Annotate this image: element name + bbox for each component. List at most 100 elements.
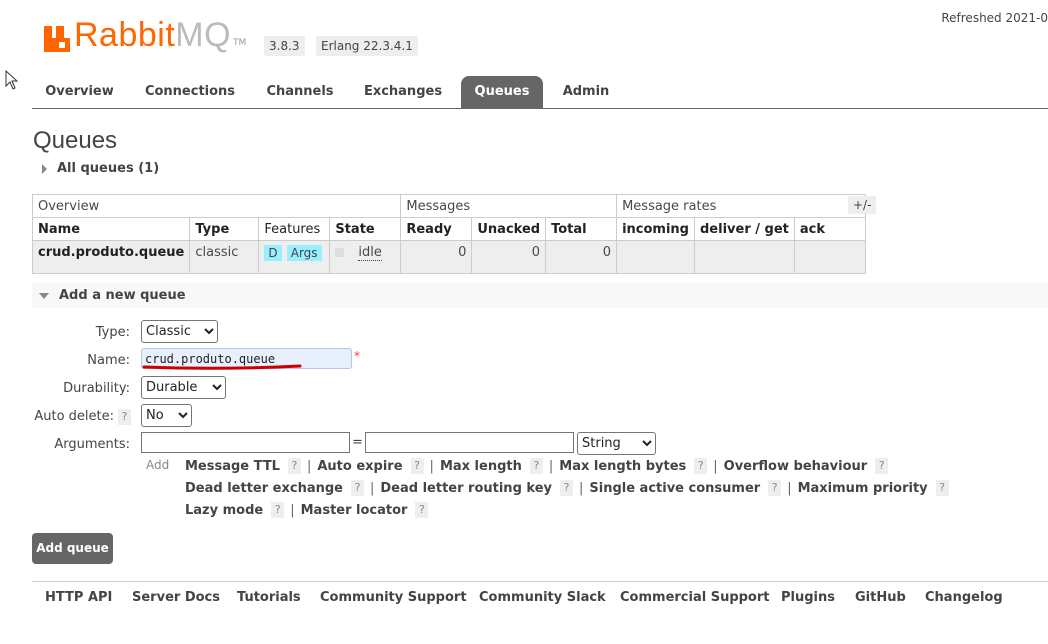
help-icon[interactable]: ? bbox=[287, 458, 301, 474]
arg-master-locator-link[interactable]: Master locator bbox=[301, 503, 408, 518]
footer-link-commercial-support[interactable]: Commercial Support bbox=[620, 590, 770, 605]
col-header-ack[interactable]: ack bbox=[793, 217, 866, 241]
main-nav-tabs: Overview Connections Channels Exchanges … bbox=[32, 76, 1048, 109]
col-header-deliver-get[interactable]: deliver / get bbox=[694, 217, 795, 241]
auto-delete-label: Auto delete: bbox=[34, 409, 114, 424]
add-queue-section-header[interactable]: Add a new queue bbox=[32, 282, 1048, 308]
unacked-count: 0 bbox=[471, 240, 547, 274]
arg-lazy-mode-link[interactable]: Lazy mode bbox=[185, 503, 263, 518]
tab-queues[interactable]: Queues bbox=[461, 76, 543, 108]
help-icon[interactable]: ? bbox=[935, 480, 949, 496]
type-select[interactable]: Classic bbox=[141, 320, 218, 343]
help-icon[interactable]: ? bbox=[694, 458, 708, 474]
col-header-name[interactable]: Name bbox=[31, 217, 191, 241]
footer-link-community-slack[interactable]: Community Slack bbox=[479, 590, 606, 605]
state-indicator-icon bbox=[335, 248, 345, 257]
footer-link-server-docs[interactable]: Server Docs bbox=[132, 590, 220, 605]
group-header-overview: Overview bbox=[31, 194, 402, 218]
tab-overview[interactable]: Overview bbox=[32, 76, 127, 108]
arg-overflow-behaviour-link[interactable]: Overflow behaviour bbox=[724, 459, 868, 474]
page-title: Queues bbox=[33, 127, 118, 154]
collapse-arrow-icon bbox=[39, 292, 49, 299]
col-header-state[interactable]: State bbox=[329, 217, 402, 241]
footer-link-community-support[interactable]: Community Support bbox=[320, 590, 467, 605]
all-queues-toggle[interactable]: All queues (1) bbox=[42, 161, 159, 176]
durability-select[interactable]: Durable bbox=[141, 376, 226, 399]
argument-key-input[interactable] bbox=[141, 432, 350, 453]
argument-type-select[interactable]: String bbox=[577, 432, 656, 455]
argument-shortcuts-row-3: Lazy mode ? | Master locator ? bbox=[185, 502, 429, 518]
rabbit-logo-icon bbox=[44, 26, 70, 52]
type-label: Type: bbox=[95, 325, 130, 340]
arguments-label: Arguments: bbox=[54, 437, 130, 452]
state-label: idle bbox=[358, 245, 382, 261]
equals-sign: = bbox=[352, 435, 363, 450]
all-queues-label: All queues (1) bbox=[57, 161, 160, 176]
help-icon[interactable]: ? bbox=[271, 502, 285, 518]
queue-name-link[interactable]: crud.produto.queue bbox=[31, 240, 191, 274]
separator: | bbox=[429, 458, 434, 474]
help-icon[interactable]: ? bbox=[768, 480, 782, 496]
footer-link-github[interactable]: GitHub bbox=[855, 590, 906, 605]
separator: | bbox=[787, 480, 792, 496]
help-icon[interactable]: ? bbox=[875, 458, 889, 474]
tab-admin[interactable]: Admin bbox=[552, 76, 620, 108]
help-icon[interactable]: ? bbox=[350, 480, 364, 496]
separator: | bbox=[713, 458, 718, 474]
footer-link-plugins[interactable]: Plugins bbox=[781, 590, 835, 605]
rabbitmq-logo: RabbitMQ TM bbox=[44, 18, 246, 52]
durability-label: Durability: bbox=[63, 381, 130, 396]
tab-exchanges[interactable]: Exchanges bbox=[354, 76, 452, 108]
help-icon[interactable]: ? bbox=[559, 480, 573, 496]
arg-single-active-consumer-link[interactable]: Single active consumer bbox=[589, 481, 760, 496]
footer-link-changelog[interactable]: Changelog bbox=[925, 590, 1003, 605]
col-header-unacked[interactable]: Unacked bbox=[471, 217, 547, 241]
queues-table: Overview Messages Message rates Name Typ… bbox=[31, 194, 866, 274]
col-header-incoming[interactable]: incoming bbox=[616, 217, 695, 241]
mouse-cursor-icon bbox=[5, 70, 19, 90]
trademark-label: TM bbox=[233, 38, 247, 48]
table-row: crud.produto.queue classic D Args idle 0… bbox=[31, 240, 866, 274]
ack-rate bbox=[793, 240, 866, 274]
col-header-features[interactable]: Features bbox=[258, 217, 331, 241]
arg-auto-expire-link[interactable]: Auto expire bbox=[317, 459, 402, 474]
auto-delete-help-icon[interactable]: ? bbox=[118, 409, 131, 425]
queue-features: D Args bbox=[258, 240, 331, 274]
incoming-rate bbox=[616, 240, 695, 274]
refreshed-timestamp: Refreshed 2021-0 bbox=[941, 11, 1048, 25]
brand-name: RabbitMQ bbox=[74, 16, 232, 54]
footer-divider bbox=[32, 581, 1048, 582]
arg-max-length-bytes-link[interactable]: Max length bytes bbox=[559, 459, 686, 474]
tab-channels[interactable]: Channels bbox=[255, 76, 345, 108]
footer-link-http-api[interactable]: HTTP API bbox=[45, 590, 112, 605]
red-underline-annotation bbox=[142, 364, 302, 370]
ready-count: 0 bbox=[400, 240, 473, 274]
auto-delete-select[interactable]: No bbox=[141, 404, 192, 427]
argument-value-input[interactable] bbox=[365, 432, 574, 453]
arg-message-ttl-link[interactable]: Message TTL bbox=[185, 459, 280, 474]
name-label: Name: bbox=[87, 353, 130, 368]
col-header-ready[interactable]: Ready bbox=[400, 217, 473, 241]
erlang-version-badge: Erlang 22.3.4.1 bbox=[316, 36, 418, 56]
arg-maximum-priority-link[interactable]: Maximum priority bbox=[798, 481, 928, 496]
add-queue-section-title: Add a new queue bbox=[59, 288, 186, 303]
feature-durable-badge: D bbox=[264, 245, 282, 261]
tab-connections[interactable]: Connections bbox=[135, 76, 245, 108]
columns-toggle-button[interactable]: +/- bbox=[848, 196, 877, 214]
col-header-total[interactable]: Total bbox=[545, 217, 618, 241]
queue-state: idle bbox=[329, 240, 402, 274]
separator: | bbox=[306, 458, 312, 474]
arg-dead-letter-routing-key-link[interactable]: Dead letter routing key bbox=[380, 481, 552, 496]
group-header-messages: Messages bbox=[400, 194, 618, 218]
separator: | bbox=[290, 502, 295, 518]
expand-arrow-icon bbox=[42, 163, 47, 174]
footer-link-tutorials[interactable]: Tutorials bbox=[237, 590, 301, 605]
add-queue-button[interactable]: Add queue bbox=[32, 533, 113, 564]
help-icon[interactable]: ? bbox=[415, 502, 429, 518]
arg-max-length-link[interactable]: Max length bbox=[440, 459, 522, 474]
help-icon[interactable]: ? bbox=[410, 458, 424, 474]
arg-dead-letter-exchange-link[interactable]: Dead letter exchange bbox=[185, 481, 343, 496]
argument-shortcuts-row-1: Message TTL ? | Auto expire ? | Max leng… bbox=[185, 458, 889, 474]
col-header-type[interactable]: Type bbox=[189, 217, 260, 241]
help-icon[interactable]: ? bbox=[529, 458, 543, 474]
